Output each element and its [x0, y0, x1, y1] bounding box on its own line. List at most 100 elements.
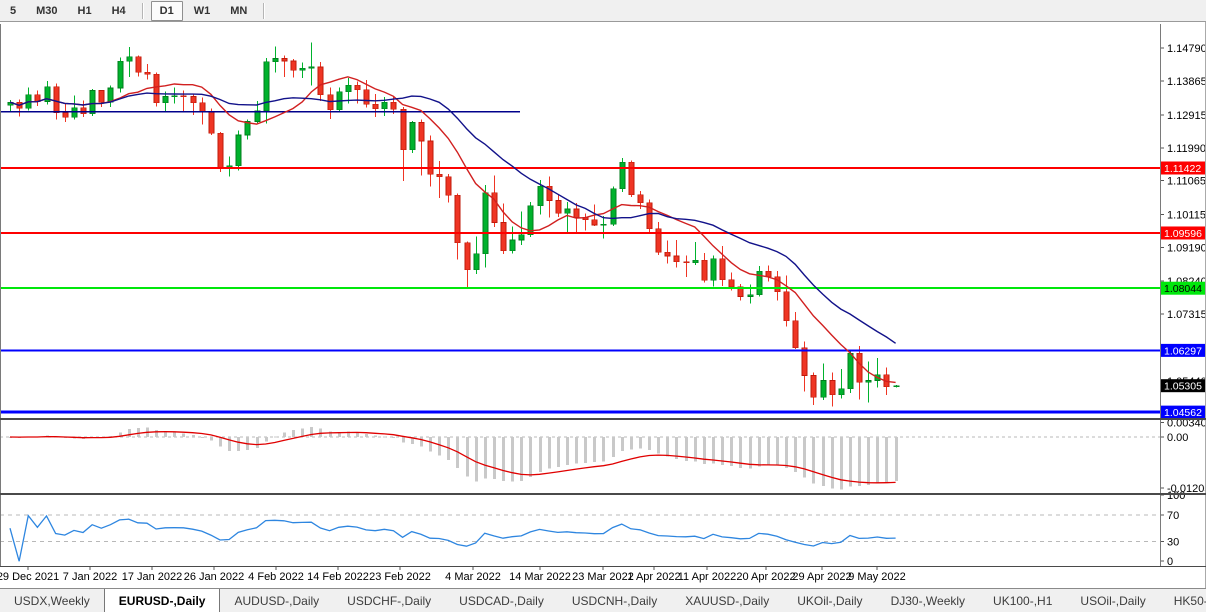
chart-tab-ukoil-daily[interactable]: UKOil-,Daily [783, 589, 876, 612]
candle-body [373, 104, 378, 108]
timeframe-button-h1[interactable]: H1 [69, 1, 101, 21]
quote-high: 1.05318 [169, 41, 212, 55]
candle-body [601, 224, 606, 225]
timeframe-button-m30[interactable]: M30 [27, 1, 66, 21]
candle-body [821, 381, 826, 398]
macd-histogram-bar [329, 431, 332, 437]
macd-histogram-bar [694, 437, 697, 462]
macd-histogram-bar [712, 437, 715, 464]
chart-dropdown-icon[interactable]: ▼ [19, 44, 27, 53]
candle-body [775, 277, 780, 292]
date-axis-label: 14 Mar 2022 [509, 571, 571, 583]
price-level-flag-label: 1.04562 [1164, 407, 1202, 419]
candle-body [191, 97, 196, 103]
rsi-axis-label: 70 [1167, 510, 1179, 522]
candle-body [200, 103, 205, 112]
macd-histogram-bar [219, 437, 222, 446]
macd-histogram-bar [548, 437, 551, 469]
macd-histogram-bar [447, 437, 450, 460]
candle-body [172, 96, 177, 97]
trading-terminal-window: 5M30H1H4 D1W1MN ▼ EURUSD-,Daily 1.05280 1.… [0, 0, 1206, 612]
quote-open: 1.05280 [123, 41, 166, 55]
macd-histogram-bar [657, 437, 660, 454]
chart-tab-xauusd-daily[interactable]: XAUUSD-,Daily [671, 589, 783, 612]
timeframe-button-h4[interactable]: H4 [103, 1, 135, 21]
candle-body [446, 177, 451, 196]
candle-body [830, 381, 835, 395]
chart-tab-hk50-h[interactable]: HK50-,H [1160, 589, 1206, 612]
candle-body [528, 206, 533, 235]
chart-tab-usdx-weekly[interactable]: USDX,Weekly [0, 589, 104, 612]
macd-histogram-bar [858, 437, 861, 486]
macd-histogram-bar [466, 437, 469, 477]
macd-histogram-bar [256, 437, 259, 448]
candle-body [45, 87, 50, 102]
macd-histogram-bar [885, 437, 888, 482]
timeframe-button-mn[interactable]: MN [221, 1, 256, 21]
chart-tab-uk100-h1[interactable]: UK100-,H1 [979, 589, 1066, 612]
chart-tab-usdchf-daily[interactable]: USDCHF-,Daily [333, 589, 445, 612]
chart-tab-audusd-daily[interactable]: AUDUSD-,Daily [220, 589, 333, 612]
quote-low: 1.05261 [216, 41, 259, 55]
candle-body [875, 375, 880, 381]
chart-symbol-label: EURUSD-,Daily [31, 41, 116, 55]
macd-histogram-bar [420, 437, 423, 446]
toolbar-separator [263, 3, 265, 19]
macd-histogram-bar [767, 437, 770, 465]
macd-histogram-bar [374, 436, 377, 437]
macd-histogram-bar [365, 434, 368, 437]
candle-body [638, 195, 643, 203]
macd-histogram-bar [484, 437, 487, 479]
candle-body [35, 95, 40, 102]
timeframe-button-5[interactable]: 5 [1, 1, 25, 21]
macd-histogram-bar [438, 437, 441, 456]
candle-body [90, 90, 95, 113]
macd-histogram-bar [675, 437, 678, 459]
candle-body [346, 85, 351, 91]
price-axis-tick-label: 1.14790 [1167, 43, 1206, 55]
candle-body [455, 195, 460, 243]
macd-histogram-bar [274, 436, 277, 437]
candle-body [391, 102, 396, 109]
price-level-flag-label: 1.05305 [1164, 381, 1202, 393]
macd-histogram-bar [876, 437, 879, 483]
macd-histogram-bar [310, 427, 313, 437]
macd-histogram-bar [822, 437, 825, 486]
macd-histogram-bar [812, 437, 815, 483]
chart-tab-usoil-daily[interactable]: USOil-,Daily [1066, 589, 1159, 612]
candle-body [848, 353, 853, 389]
chart-tab-dj30-weekly[interactable]: DJ30-,Weekly [877, 589, 979, 612]
macd-histogram-bar [749, 437, 752, 469]
macd-histogram-bar [648, 437, 651, 450]
candle-body [738, 287, 743, 297]
date-axis-label: 7 Jan 2022 [63, 571, 117, 583]
chart-tab-eurusd-daily[interactable]: EURUSD-,Daily [104, 588, 221, 612]
price-axis-tick-label: 1.12915 [1167, 110, 1206, 122]
macd-histogram-bar [785, 437, 788, 468]
timeframe-button-d1[interactable]: D1 [151, 1, 183, 21]
price-level-flag-label: 1.11422 [1164, 163, 1201, 175]
candle-body [181, 96, 186, 97]
macd-histogram-bar [493, 437, 496, 479]
rsi-line [10, 516, 896, 562]
candle-body [784, 292, 789, 321]
date-axis-label: 14 Feb 2022 [307, 571, 369, 583]
chart-tab-usdcad-daily[interactable]: USDCAD-,Daily [445, 589, 558, 612]
price-level-flag [1161, 344, 1205, 357]
moving-average-10 [10, 77, 896, 383]
candle-body [665, 252, 670, 256]
chart-tab-usdcnh-daily[interactable]: USDCNH-,Daily [558, 589, 671, 612]
timeframe-button-w1[interactable]: W1 [185, 1, 220, 21]
candle-body [811, 376, 816, 398]
candle-body [766, 271, 771, 276]
candle-body [866, 381, 871, 383]
price-level-flag [1161, 162, 1205, 175]
date-axis-label: 9 May 2022 [848, 571, 905, 583]
candle-body [209, 112, 214, 133]
candle-body [318, 67, 323, 95]
chart-canvas[interactable]: 1.147901.138651.129151.119901.110651.101… [0, 22, 1206, 588]
price-level-flag-label: 1.06297 [1164, 345, 1202, 357]
price-axis-tick-label: 1.09190 [1167, 242, 1206, 254]
macd-histogram-bar [383, 436, 386, 437]
macd-histogram-bar [758, 437, 761, 467]
